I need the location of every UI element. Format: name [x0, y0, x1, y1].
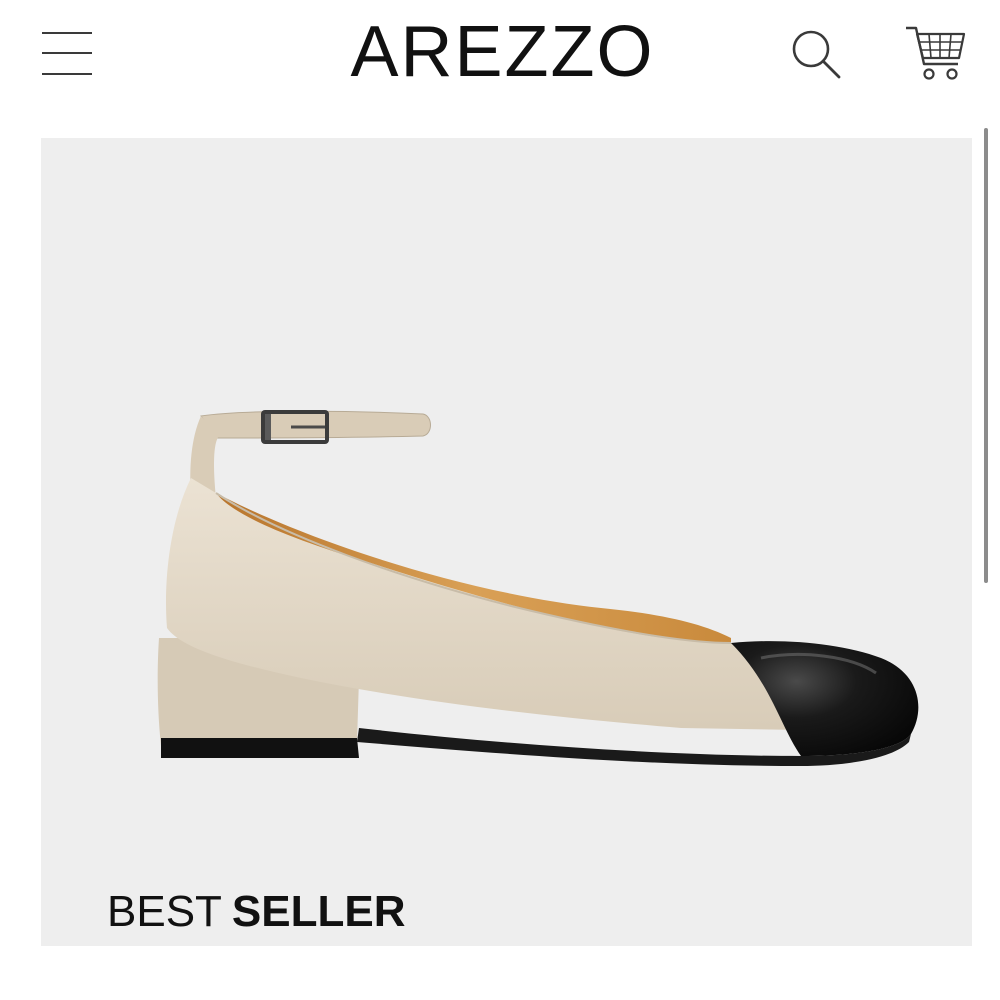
- search-button[interactable]: [784, 22, 848, 86]
- product-hero[interactable]: BEST SELLER: [41, 138, 972, 946]
- product-page: AREZZO BEST SELLER: [0, 0, 1000, 1000]
- search-icon: [792, 30, 841, 79]
- brand-logo[interactable]: AREZZO: [330, 12, 675, 92]
- badge-light-text: BEST: [107, 887, 222, 936]
- badge-strong-text: SELLER: [231, 887, 406, 936]
- best-seller-badge: BEST SELLER: [107, 890, 406, 934]
- site-header: AREZZO: [0, 0, 1000, 110]
- menu-button[interactable]: [38, 28, 98, 78]
- shopping-cart-icon: [906, 26, 966, 80]
- shoe-image: [157, 410, 919, 766]
- page-scrollbar[interactable]: [982, 128, 990, 588]
- scrollbar-thumb[interactable]: [984, 128, 988, 583]
- cart-button[interactable]: [900, 18, 972, 88]
